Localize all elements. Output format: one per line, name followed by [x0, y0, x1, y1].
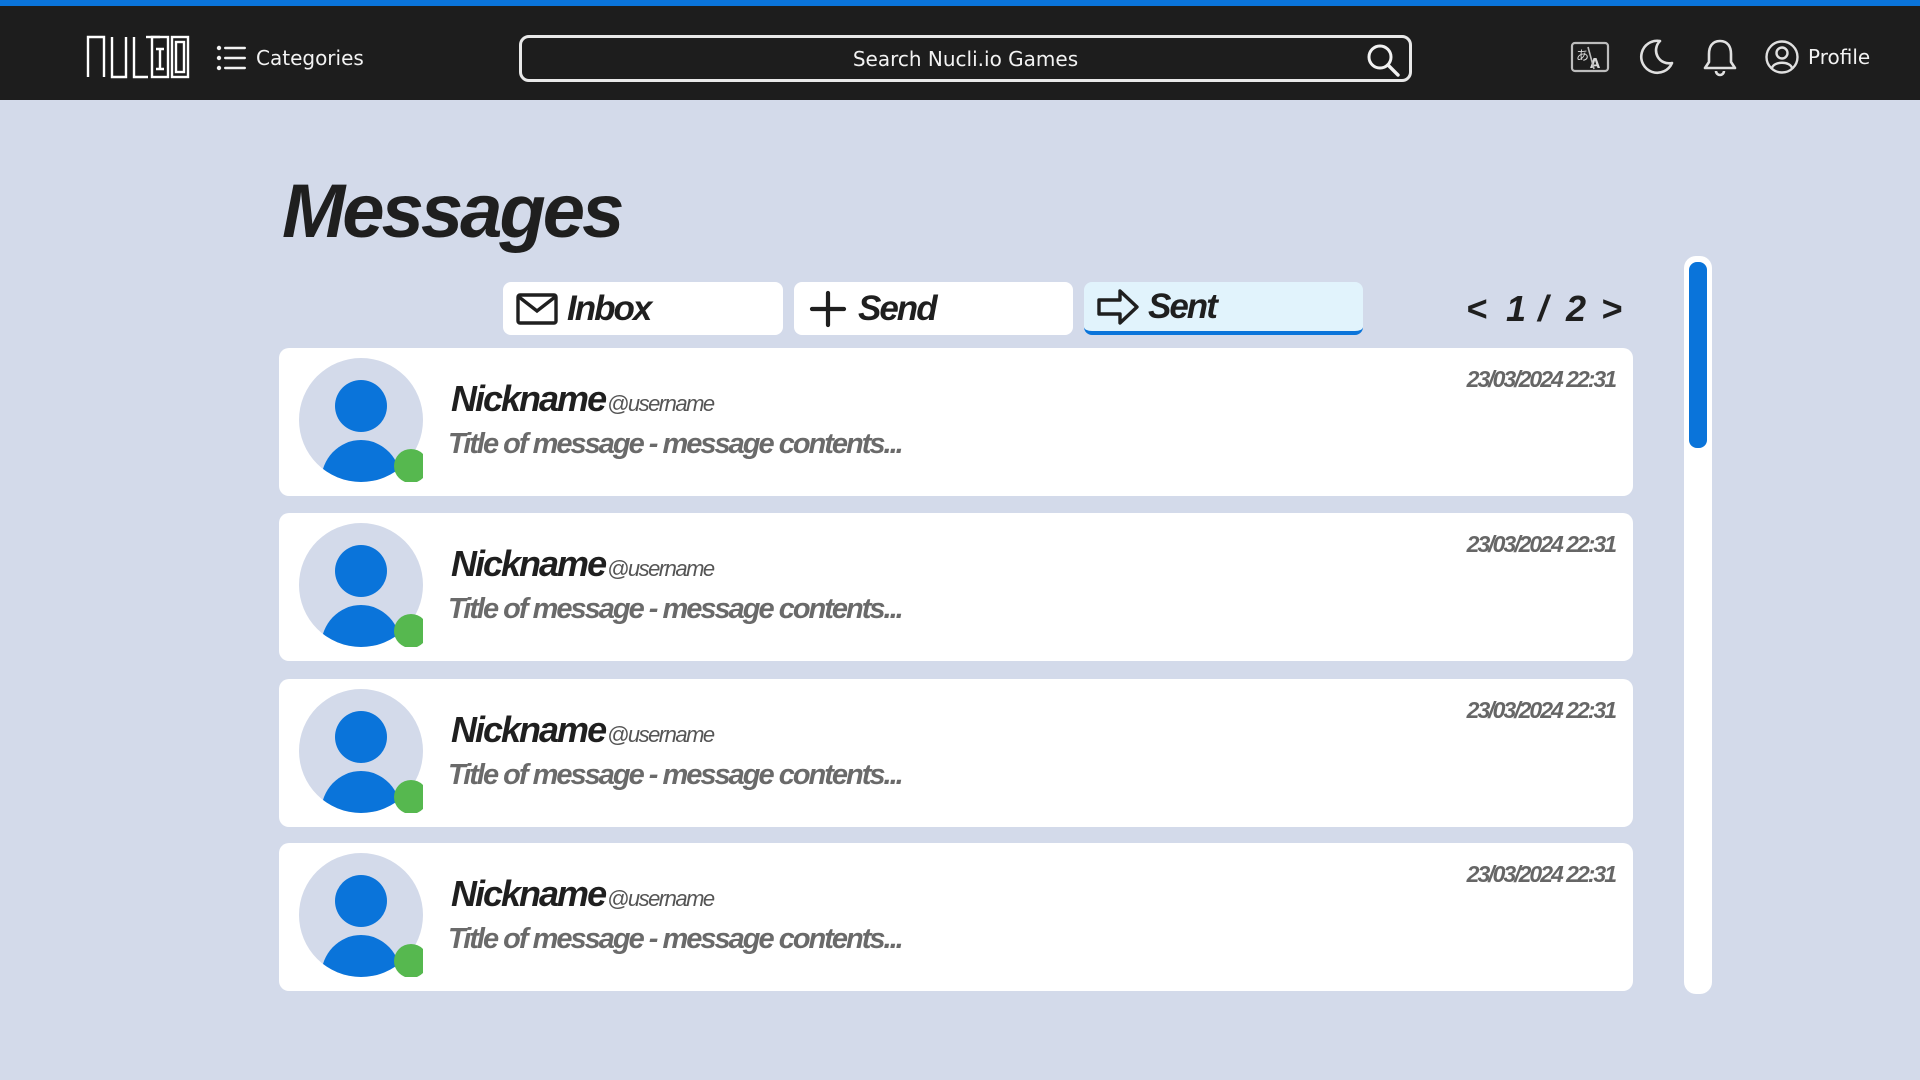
- user-circle-icon: [1765, 40, 1799, 74]
- arrow-right-icon: [1097, 288, 1139, 325]
- list-icon: [216, 45, 246, 71]
- message-nickname: Nickname: [451, 378, 607, 419]
- message-preview: Title of message - message contents...: [448, 593, 904, 625]
- page-title: Messages: [282, 169, 624, 254]
- tab-label: Send: [858, 288, 938, 328]
- profile-button[interactable]: Profile: [1764, 36, 1870, 78]
- tab-sent[interactable]: Sent: [1084, 282, 1363, 335]
- search-input[interactable]: [522, 38, 1409, 79]
- moon-icon[interactable]: [1636, 37, 1676, 77]
- envelope-icon: [516, 292, 558, 325]
- bell-icon[interactable]: [1700, 37, 1740, 77]
- total-pages: 2: [1566, 288, 1587, 329]
- scrollbar-thumb[interactable]: [1689, 262, 1707, 448]
- message-nickname: Nickname: [451, 873, 607, 914]
- nuclio-logo[interactable]: [86, 33, 190, 79]
- message-username: @username: [607, 391, 715, 416]
- message-timestamp: 23/03/2024 22:31: [1466, 531, 1617, 557]
- message-username: @username: [607, 886, 715, 911]
- message-username: @username: [607, 722, 715, 747]
- message-timestamp: 23/03/2024 22:31: [1466, 861, 1617, 887]
- page-separator: /: [1538, 288, 1549, 329]
- message-item[interactable]: Nickname @username Title of message - me…: [279, 348, 1633, 496]
- message-item[interactable]: Nickname @username Title of message - me…: [279, 843, 1633, 991]
- avatar: [299, 689, 423, 813]
- svg-text:あ: あ: [1576, 49, 1589, 64]
- search-icon[interactable]: [1365, 42, 1401, 78]
- message-item[interactable]: Nickname @username Title of message - me…: [279, 513, 1633, 661]
- tab-label: Sent: [1148, 286, 1218, 326]
- message-item[interactable]: Nickname @username Title of message - me…: [279, 679, 1633, 827]
- previous-page-button[interactable]: <: [1466, 288, 1487, 332]
- message-nickname: Nickname: [451, 709, 607, 750]
- message-preview: Title of message - message contents...: [448, 759, 904, 791]
- avatar: [299, 853, 423, 977]
- current-page: 1: [1506, 288, 1527, 329]
- tab-send[interactable]: Send: [794, 282, 1073, 335]
- tab-inbox[interactable]: Inbox: [503, 282, 783, 335]
- search-bar: [519, 35, 1412, 82]
- scrollbar-track[interactable]: [1684, 256, 1712, 994]
- message-nickname: Nickname: [451, 543, 607, 584]
- categories-button[interactable]: Categories: [214, 38, 364, 78]
- message-timestamp: 23/03/2024 22:31: [1466, 366, 1617, 392]
- message-timestamp: 23/03/2024 22:31: [1466, 697, 1617, 723]
- tab-label: Inbox: [567, 288, 652, 328]
- avatar: [299, 523, 423, 647]
- message-username: @username: [607, 556, 715, 581]
- categories-label: Categories: [256, 46, 364, 70]
- top-navigation-bar: Categories あ A Profile: [0, 0, 1920, 100]
- next-page-button[interactable]: >: [1601, 288, 1622, 332]
- message-preview: Title of message - message contents...: [448, 923, 904, 955]
- plus-icon: [809, 290, 847, 327]
- avatar: [299, 358, 423, 482]
- message-preview: Title of message - message contents...: [448, 428, 904, 460]
- profile-label: Profile: [1808, 45, 1871, 69]
- translate-icon[interactable]: あ A: [1570, 37, 1610, 77]
